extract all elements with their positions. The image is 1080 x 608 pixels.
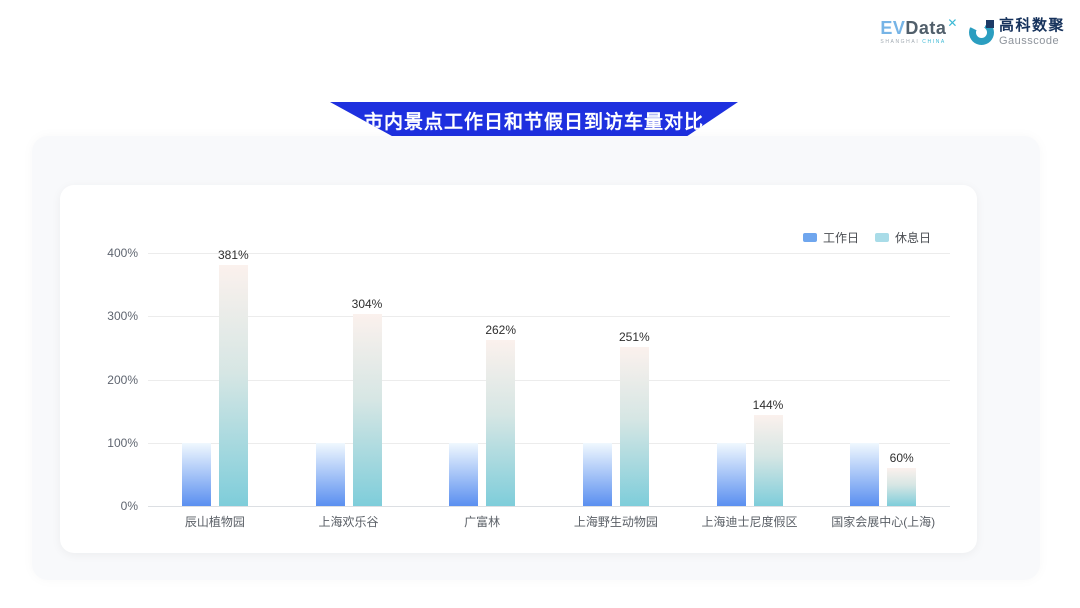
bar-value-label: 304% bbox=[352, 297, 383, 311]
bar-group: 144% bbox=[683, 253, 817, 506]
bar-value-label: 381% bbox=[218, 248, 249, 262]
gausscode-g-icon bbox=[969, 20, 994, 45]
gausscode-en-name: Gausscode bbox=[999, 35, 1065, 47]
bar-value-label: 60% bbox=[890, 451, 914, 465]
legend-marker-icon bbox=[803, 233, 817, 242]
evdata-logo: EVData✕ SHANGHAI CHINA bbox=[880, 19, 957, 45]
evdata-x-icon: ✕ bbox=[947, 16, 958, 30]
bar-workday-1 bbox=[316, 443, 345, 506]
bar-value-label: 144% bbox=[753, 398, 784, 412]
x-axis-label: 上海迪士尼度假区 bbox=[683, 513, 817, 530]
y-tick-label: 300% bbox=[107, 309, 138, 323]
legend-item-0[interactable]: 工作日 bbox=[803, 229, 859, 246]
evdata-ev-text: EV bbox=[880, 18, 905, 38]
x-axis-label: 辰山植物园 bbox=[148, 513, 282, 530]
bar-group: 60% bbox=[816, 253, 950, 506]
gausscode-logo: 高科数聚 Gausscode bbox=[969, 18, 1065, 47]
evdata-data-text: Data bbox=[905, 18, 946, 38]
x-axis-label: 国家会展中心(上海) bbox=[816, 513, 950, 530]
evdata-subtext: SHANGHAI CHINA bbox=[880, 39, 945, 45]
bar-value-label: 251% bbox=[619, 330, 650, 344]
gausscode-cn-name: 高科数聚 bbox=[999, 18, 1065, 35]
bar-group: 304% bbox=[282, 253, 416, 506]
bar-value-label: 262% bbox=[485, 323, 516, 337]
bar-holiday-1: 304% bbox=[353, 314, 382, 506]
bar-workday-0 bbox=[182, 443, 211, 506]
bar-holiday-3: 251% bbox=[620, 347, 649, 506]
legend-item-1[interactable]: 休息日 bbox=[875, 229, 931, 246]
legend-label: 休息日 bbox=[895, 229, 931, 246]
bar-group: 251% bbox=[549, 253, 683, 506]
y-tick-label: 200% bbox=[107, 373, 138, 387]
bar-group: 381% bbox=[148, 253, 282, 506]
bar-group: 262% bbox=[415, 253, 549, 506]
legend-marker-icon bbox=[875, 233, 889, 242]
bar-workday-2 bbox=[449, 443, 478, 506]
page: EVData✕ SHANGHAI CHINA 高科数聚 Gausscode 市内… bbox=[0, 0, 1080, 608]
plot-area: 381% 304% 262% 251% 144% 60% bbox=[148, 253, 950, 506]
bar-holiday-4: 144% bbox=[754, 415, 783, 506]
header-logos: EVData✕ SHANGHAI CHINA 高科数聚 Gausscode bbox=[880, 18, 1065, 47]
gridline bbox=[148, 506, 950, 507]
legend-label: 工作日 bbox=[823, 229, 859, 246]
x-axis-label: 上海欢乐谷 bbox=[282, 513, 416, 530]
chart-title: 市内景点工作日和节假日到访车量对比 bbox=[364, 107, 704, 134]
chart-card: 工作日 休息日 400% 300% 200% 100% 0% 381% 304% 262% 25… bbox=[60, 185, 977, 553]
chart-legend: 工作日 休息日 bbox=[803, 229, 931, 246]
bars-container: 381% 304% 262% 251% 144% 60% bbox=[148, 253, 950, 506]
x-axis-label: 上海野生动物园 bbox=[549, 513, 683, 530]
chart-title-banner: 市内景点工作日和节假日到访车量对比 bbox=[330, 102, 738, 139]
bar-holiday-0: 381% bbox=[219, 265, 248, 506]
bar-workday-4 bbox=[717, 443, 746, 506]
bar-holiday-2: 262% bbox=[486, 340, 515, 506]
y-tick-label: 400% bbox=[107, 246, 138, 260]
bar-holiday-5: 60% bbox=[887, 468, 916, 506]
y-axis: 400%300%200%100%0% bbox=[60, 253, 138, 506]
evdata-wordmark: EVData✕ bbox=[880, 19, 957, 37]
y-tick-label: 0% bbox=[121, 499, 138, 513]
bar-workday-5 bbox=[850, 443, 879, 506]
y-tick-label: 100% bbox=[107, 436, 138, 450]
content-panel: 工作日 休息日 400% 300% 200% 100% 0% 381% 304% 262% 25… bbox=[32, 136, 1040, 580]
x-axis-label: 广富林 bbox=[415, 513, 549, 530]
x-axis-labels: 辰山植物园上海欢乐谷广富林上海野生动物园上海迪士尼度假区国家会展中心(上海) bbox=[148, 513, 950, 530]
bar-workday-3 bbox=[583, 443, 612, 506]
